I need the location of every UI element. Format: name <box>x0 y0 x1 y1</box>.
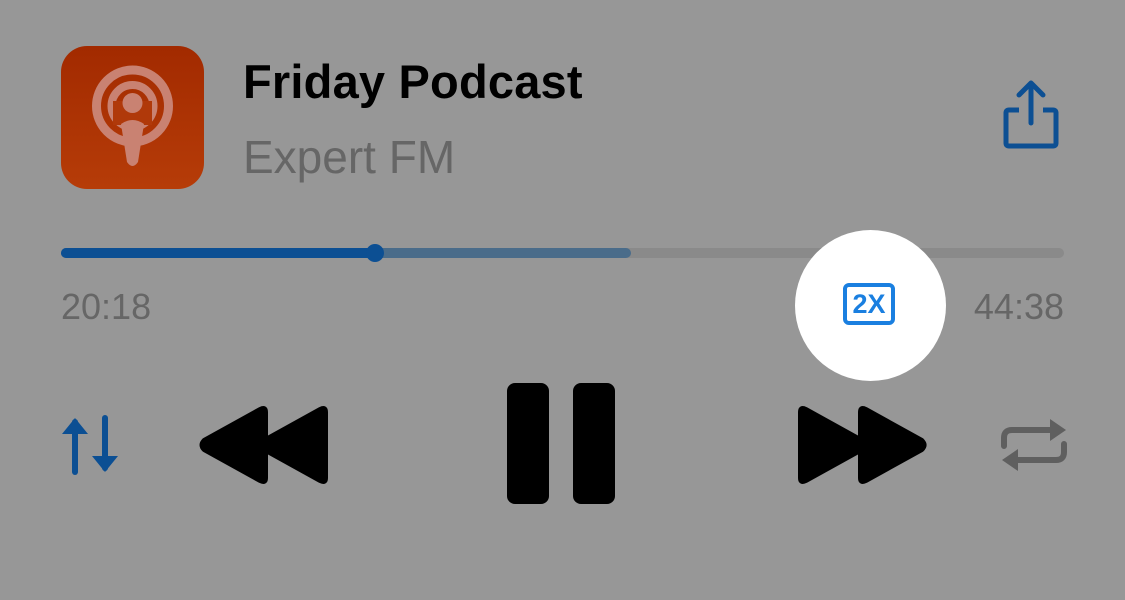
progress-scrubber-handle[interactable] <box>365 244 384 262</box>
pause-button[interactable] <box>506 382 616 505</box>
repeat-icon <box>1001 419 1067 471</box>
rewind-icon <box>199 406 328 484</box>
elapsed-time: 20:18 <box>61 286 152 327</box>
now-playing-screen: Friday Podcast Expert FM 20:18 44:38 2X <box>0 0 1125 600</box>
progress-played <box>61 248 375 258</box>
playback-speed-button[interactable]: 2X <box>843 283 895 325</box>
share-icon <box>1003 80 1059 149</box>
fast-forward-button[interactable] <box>796 404 928 486</box>
pause-icon <box>507 383 615 504</box>
up-next-button[interactable] <box>58 414 122 476</box>
show-name[interactable]: Expert FM <box>243 130 455 184</box>
episode-artwork[interactable] <box>61 46 204 189</box>
share-button[interactable] <box>998 78 1064 150</box>
fast-forward-icon <box>798 406 927 484</box>
podcasts-app-icon <box>92 65 173 166</box>
total-time: 44:38 <box>973 286 1064 327</box>
up-down-arrows-icon <box>62 415 118 475</box>
episode-title: Friday Podcast <box>243 55 583 108</box>
rewind-button[interactable] <box>198 404 330 486</box>
repeat-button[interactable] <box>998 416 1070 474</box>
